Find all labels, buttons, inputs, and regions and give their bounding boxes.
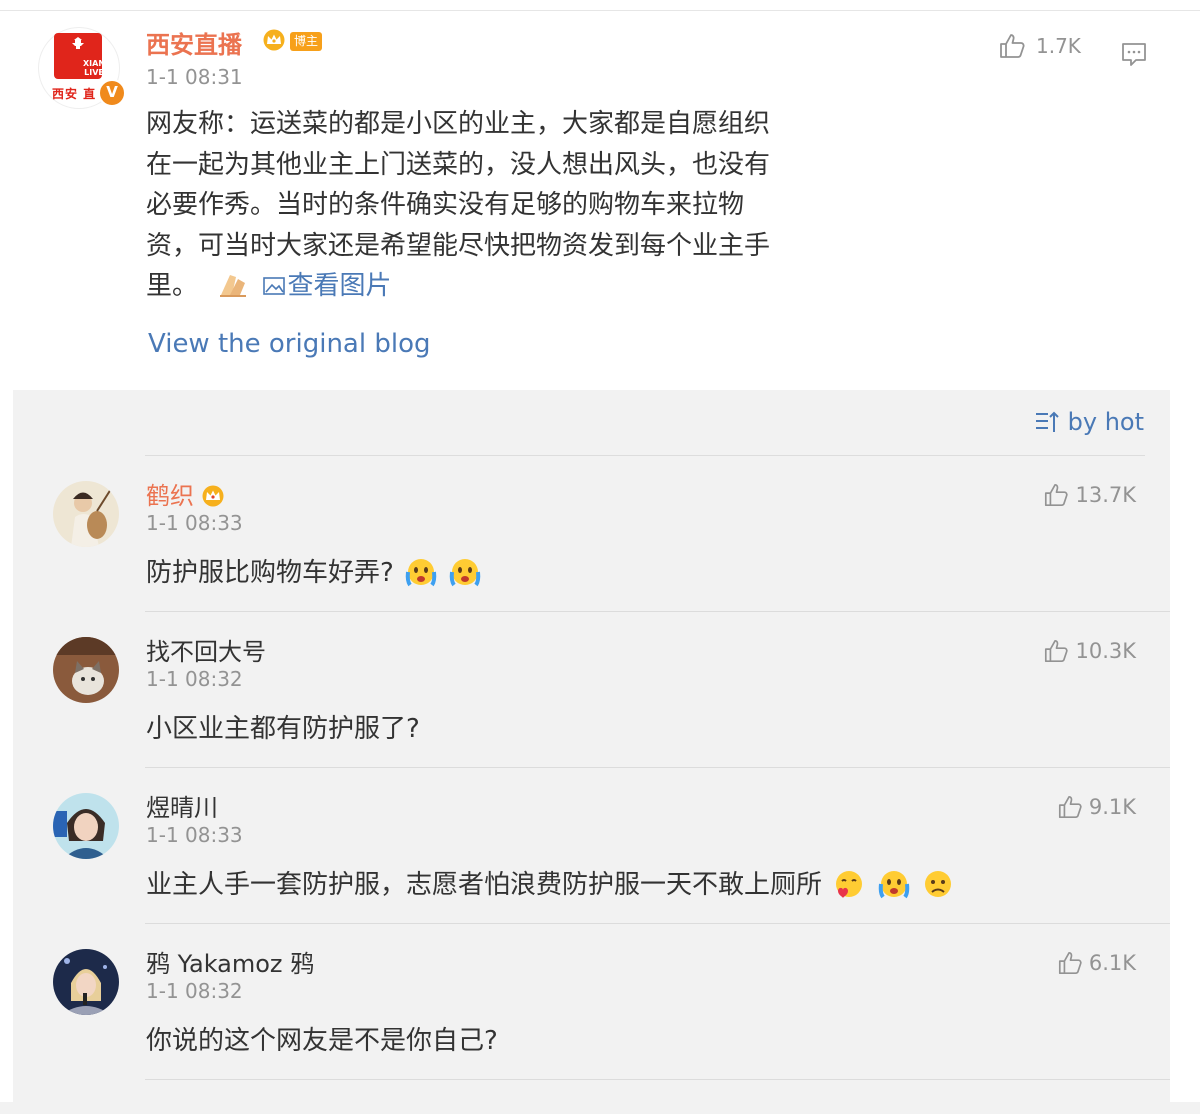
comment-time: 1-1 08:33 [146,823,243,847]
image-icon [262,277,285,295]
comment-time: 1-1 08:32 [146,667,243,691]
commenter-name[interactable]: 煜晴川 [146,788,218,823]
commenter-avatar[interactable] [53,481,119,547]
sort-icon [1035,411,1059,432]
avatar-image [53,793,119,859]
commenter-name[interactable]: 鹤织 [146,476,226,511]
commenter-avatar[interactable] [53,793,119,859]
commenter-avatar[interactable] [53,949,119,1015]
commenter-name[interactable]: 找不回大号 [146,632,266,667]
avatar-image [53,637,119,703]
comment-like-button[interactable]: 6.1K [1057,950,1136,976]
comment-like-count: 9.1K [1088,795,1136,819]
comment-item: 鹤织 1-1 08:33 防护服比购物车好弄? 13.7K [13,456,1170,612]
thumbs-up-icon [1045,483,1069,507]
crying-face-icon [405,559,437,587]
sort-label: by hot [1067,408,1144,436]
comment-text: 业主人手一套防护服，志愿者怕浪费防护服一天不敢上厕所 [146,864,955,901]
post-like-count: 1.7K [1036,34,1081,58]
xian-live-logo: XIAN LIVE [54,33,105,79]
post-time: 1-1 08:31 [146,65,243,89]
comment-time: 1-1 08:33 [146,511,243,535]
comment-item: 找不回大号 1-1 08:32 小区业主都有防护服了? 10.3K [13,612,1170,768]
post-line: 里。 [146,271,199,301]
post-line-last: 里。 查看图片 [146,266,856,307]
top-divider [0,0,1200,11]
crying-face-icon [878,871,909,899]
crown-icon [263,29,285,51]
comment-icon[interactable] [1120,41,1148,69]
comment-text-content: 防护服比购物车好弄? [146,558,394,588]
comment-like-count: 6.1K [1088,951,1136,975]
post-body: 网友称：运送菜的都是小区的业主，大家都是自愿组织 在一起为其他业主上门送菜的，没… [146,104,856,307]
vip-crown-icon [202,485,224,507]
comment-text: 小区业主都有防护服了? [146,714,420,744]
main-post: XIAN LIVE 西安 直 V 西安直播 博主 1-1 08:31 网友称：运… [0,11,1200,390]
post-line: 必要作秀。当时的条件确实没有足够的购物车来拉物 [146,190,745,220]
commenter-name-text: 鹤织 [146,482,194,510]
comment-text-content: 业主人手一套防护服，志愿者怕浪费防护服一天不敢上厕所 [146,870,823,900]
view-pictures-label: 查看图片 [287,271,392,301]
comment-text: 你说的这个网友是不是你自己? [146,1026,498,1056]
tower-icon [72,37,84,49]
crying-face-icon [450,559,481,587]
sort-by-hot-button[interactable]: by hot [1034,408,1144,436]
comment-like-count: 13.7K [1075,483,1136,507]
bottom-gap [0,1102,1200,1114]
comment-item: 鸦 Yakamoz 鸦 1-1 08:32 你说的这个网友是不是你自己? 6.1… [13,924,1170,1080]
post-line: 网友称：运送菜的都是小区的业主，大家都是自愿组织 [146,109,771,139]
folded-hands-icon [220,275,247,297]
comment-text: 防护服比购物车好弄? [146,552,482,589]
comment-like-button[interactable]: 9.1K [1057,794,1136,820]
avatar-image [53,481,119,547]
commenter-avatar[interactable] [53,637,119,703]
comment-like-button[interactable]: 13.7K [1043,482,1136,508]
post-line: 资，可当时大家还是希望能尽快把物资发到每个业主手 [146,230,771,261]
thumbs-up-icon [1045,639,1069,663]
host-badge: 博主 [290,32,323,51]
thumbs-up-icon [1000,34,1025,58]
post-like-button[interactable]: 1.7K [998,31,1081,61]
post-line: 在一起为其他业主上门送菜的，没人想出风头，也没有 [146,149,771,180]
comments-panel: by hot 鹤织 1-1 08:33 防护服比购物车好弄? 13.7K 找不回… [13,390,1170,1102]
divider [145,1079,1170,1080]
heart-face-icon [836,871,863,898]
sad-face-icon [924,871,951,897]
view-original-blog-link[interactable]: View the original blog [148,329,430,359]
verified-badge-icon: V [98,79,126,107]
comment-time: 1-1 08:32 [146,979,243,1003]
comment-item: 煜晴川 1-1 08:33 业主人手一套防护服，志愿者怕浪费防护服一天不敢上厕所… [13,768,1170,924]
comment-like-button[interactable]: 10.3K [1043,638,1136,664]
comment-like-count: 10.3K [1075,639,1136,663]
thumbs-up-icon [1058,795,1082,819]
avatar-image [53,949,119,1015]
post-author-name[interactable]: 西安直播 [146,25,242,60]
commenter-name[interactable]: 鸦 Yakamoz 鸦 [146,944,314,979]
thumbs-up-icon [1058,951,1082,975]
view-pictures-link[interactable]: 查看图片 [262,271,392,301]
